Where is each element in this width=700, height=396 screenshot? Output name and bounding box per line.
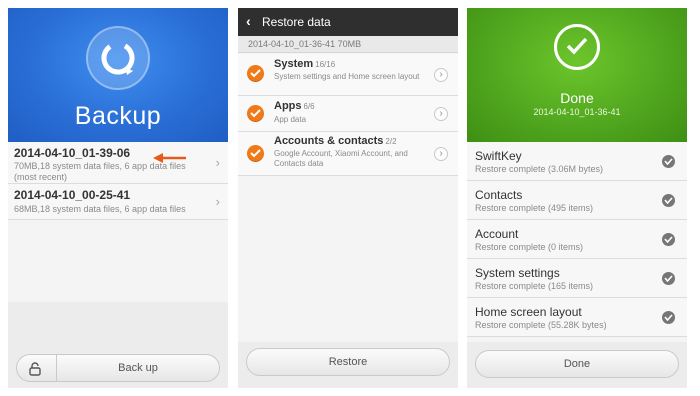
restore-item-name: System [274,58,314,70]
done-item-name: Home screen layout [475,305,582,319]
done-hero: Done 2014-04-10_01-36-41 [467,8,687,142]
restore-item-count: 6/6 [303,102,315,111]
chevron-right-icon: › [215,194,220,209]
done-list-item: Contacts Restore complete (495 items) [467,181,687,220]
backup-refresh-icon [86,26,150,90]
back-up-button[interactable]: Back up [56,354,220,382]
check-icon [662,194,675,207]
backup-list-item[interactable]: 2014-04-10_01-39-06 70MB,18 system data … [8,142,228,184]
restore-item-name: Accounts & contacts [274,135,384,147]
restore-item-system[interactable]: System 16/16 System settings and Home scr… [238,54,458,96]
backup-footer: Back up [8,302,228,388]
restore-item-count: 16/16 [315,60,336,69]
check-icon [662,233,675,246]
done-list-item: System settings Restore complete (165 it… [467,259,687,298]
checkbox-checked-icon[interactable] [247,105,264,122]
backup-note: (most recent) [14,172,68,182]
restore-button[interactable]: Restore [246,348,450,376]
back-arrow-icon[interactable]: ‹ [246,13,251,29]
done-item-name: Account [475,227,519,241]
check-icon [662,155,675,168]
done-button[interactable]: Done [475,350,679,378]
chevron-right-icon[interactable]: › [434,147,448,161]
done-item-status: Restore complete (55.28K bytes) [475,320,607,330]
lock-button[interactable] [16,354,56,382]
backup-title: Backup [74,102,162,130]
restore-screen: ‹ Restore data 2014-04-10_01-36-41 70MB … [238,8,458,388]
done-item-status: Restore complete (3.06M bytes) [475,164,604,174]
backup-list-item[interactable]: 2014-04-10_00-25-41 68MB,18 system data … [8,184,228,220]
done-item-name: SwiftKey [475,149,522,163]
unlock-icon [29,362,41,376]
checkbox-checked-icon[interactable] [247,145,264,162]
restore-item-accounts[interactable]: Accounts & contacts 2/2 Google Account, X… [238,132,458,176]
done-title: Done [560,90,594,106]
backup-name: 2014-04-10_01-39-06 [14,146,131,160]
done-list-item: Home screen layout Restore complete (55.… [467,298,687,337]
restore-item-apps[interactable]: Apps 6/6 App data › [238,96,458,132]
check-icon [662,311,675,324]
done-item-status: Restore complete (0 items) [475,242,584,252]
done-screen: Done 2014-04-10_01-36-41 SwiftKey Restor… [467,8,687,388]
backup-meta: 68MB,18 system data files, 6 app data fi… [14,204,186,214]
check-icon [662,272,675,285]
restore-footer: Restore [238,342,458,388]
restore-item-count: 2/2 [385,137,397,146]
done-list-item: Account Restore complete (0 items) [467,220,687,259]
done-subtitle: 2014-04-10_01-36-41 [533,107,621,117]
done-list-item: SwiftKey Restore complete (3.06M bytes) [467,142,687,181]
backup-name: 2014-04-10_00-25-41 [14,188,131,202]
done-item-status: Restore complete (495 items) [475,203,594,213]
checkmark-circle-icon [554,24,600,70]
restore-item-desc: Google Account, Xiaomi Account, and Cont… [274,149,408,168]
restore-header: ‹ Restore data [238,8,458,36]
restore-item-title: Apps 6/6 [274,100,315,112]
restore-item-desc: System settings and Home screen layout [274,72,420,81]
restore-item-desc: App data [274,115,307,124]
highlight-arrow-icon [153,153,186,163]
restore-subtitle: 2014-04-10_01-36-41 70MB [238,36,458,53]
chevron-right-icon: › [215,155,220,170]
restore-item-name: Apps [274,100,302,112]
restore-item-title: Accounts & contacts 2/2 [274,135,397,147]
backup-hero: Backup [8,8,228,142]
backup-screen: Backup 2014-04-10_01-39-06 70MB,18 syste… [8,8,228,388]
done-item-status: Restore complete (165 items) [475,281,594,291]
checkbox-checked-icon[interactable] [247,65,264,82]
chevron-right-icon[interactable]: › [434,68,448,82]
done-footer: Done [467,342,687,388]
restore-title: Restore data [262,15,331,29]
chevron-right-icon[interactable]: › [434,107,448,121]
done-item-name: System settings [475,266,560,280]
restore-item-title: System 16/16 [274,58,335,70]
done-item-name: Contacts [475,188,523,202]
